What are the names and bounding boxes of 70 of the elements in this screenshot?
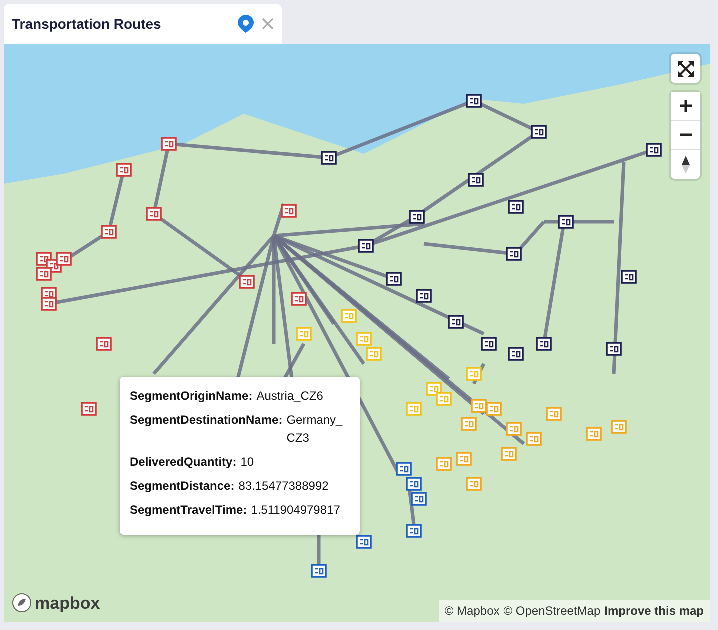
field-label: SegmentDistance: xyxy=(130,478,235,495)
warehouse-marker-icon[interactable] xyxy=(621,270,637,284)
location-pin-icon[interactable] xyxy=(238,15,254,33)
warehouse-marker-icon[interactable] xyxy=(526,432,542,446)
warehouse-marker-icon[interactable] xyxy=(508,200,524,214)
warehouse-marker-icon[interactable] xyxy=(116,163,132,177)
warehouse-marker-icon[interactable] xyxy=(486,402,502,416)
warehouse-marker-icon[interactable] xyxy=(101,225,117,239)
warehouse-marker-icon[interactable] xyxy=(386,272,402,286)
zoom-in-button[interactable] xyxy=(671,92,700,121)
warehouse-marker-icon[interactable] xyxy=(56,252,72,266)
attribution-link[interactable]: © OpenStreetMap xyxy=(504,602,601,620)
plus-icon xyxy=(678,99,692,113)
warehouse-marker-icon[interactable] xyxy=(468,173,484,187)
warehouse-marker-icon[interactable] xyxy=(546,407,562,421)
warehouse-marker-icon[interactable] xyxy=(646,143,662,157)
warehouse-marker-icon[interactable] xyxy=(146,207,162,221)
mapbox-logo-icon xyxy=(12,593,32,614)
warehouse-marker-icon[interactable] xyxy=(531,125,547,139)
field-value: 10 xyxy=(240,454,254,471)
panel-title: Transportation Routes xyxy=(12,14,162,34)
improve-map-link[interactable]: Improve this map xyxy=(604,602,704,620)
warehouse-marker-icon[interactable] xyxy=(396,462,412,476)
warehouse-marker-icon[interactable] xyxy=(508,347,524,361)
warehouse-marker-icon[interactable] xyxy=(41,297,57,311)
field-label: DeliveredQuantity: xyxy=(130,454,237,471)
warehouse-marker-icon[interactable] xyxy=(358,239,374,253)
warehouse-marker-icon[interactable] xyxy=(506,247,522,261)
warehouse-marker-icon[interactable] xyxy=(611,420,627,434)
warehouse-marker-icon[interactable] xyxy=(558,215,574,229)
warehouse-marker-icon[interactable] xyxy=(406,524,422,538)
attribution-link[interactable]: © Mapbox xyxy=(444,602,500,620)
field-value: Germany_ CZ3 xyxy=(286,412,344,447)
warehouse-marker-icon[interactable] xyxy=(96,337,112,351)
warehouse-marker-icon[interactable] xyxy=(506,422,522,436)
mapbox-logo-text: mapbox xyxy=(35,592,100,614)
warehouse-marker-icon[interactable] xyxy=(481,337,497,351)
fullscreen-button[interactable] xyxy=(671,54,700,83)
field-value: Austria_CZ6 xyxy=(256,388,324,405)
warehouse-marker-icon[interactable] xyxy=(466,477,482,491)
warehouse-marker-icon[interactable] xyxy=(239,275,255,289)
warehouse-marker-icon[interactable] xyxy=(356,535,372,549)
field-label: SegmentDestinationName: xyxy=(130,412,283,429)
fullscreen-icon xyxy=(676,60,694,78)
warehouse-marker-icon[interactable] xyxy=(586,427,602,441)
field-value: 83.15477388992 xyxy=(238,478,329,495)
field-label: SegmentOriginName: xyxy=(130,388,253,405)
field-label: SegmentTravelTime: xyxy=(130,502,248,519)
warehouse-marker-icon[interactable] xyxy=(456,452,472,466)
warehouse-marker-icon[interactable] xyxy=(409,210,425,224)
warehouse-marker-icon[interactable] xyxy=(81,402,97,416)
warehouse-marker-icon[interactable] xyxy=(36,267,52,281)
warehouse-marker-icon[interactable] xyxy=(406,477,422,491)
warehouse-marker-icon[interactable] xyxy=(291,292,307,306)
compass-icon xyxy=(680,154,690,174)
field-value: 1.511904979817 xyxy=(251,502,340,519)
warehouse-marker-icon[interactable] xyxy=(411,492,427,506)
warehouse-marker-icon[interactable] xyxy=(471,399,487,413)
warehouse-marker-icon[interactable] xyxy=(448,315,464,329)
warehouse-marker-icon[interactable] xyxy=(466,94,482,108)
warehouse-marker-icon[interactable] xyxy=(501,447,517,461)
warehouse-marker-icon[interactable] xyxy=(281,204,297,218)
warehouse-marker-icon[interactable] xyxy=(321,151,337,165)
warehouse-marker-icon[interactable] xyxy=(606,342,622,356)
warehouse-marker-icon[interactable] xyxy=(416,289,432,303)
warehouse-marker-icon[interactable] xyxy=(436,457,452,471)
warehouse-marker-icon[interactable] xyxy=(311,564,327,578)
warehouse-marker-icon[interactable] xyxy=(461,417,477,431)
warehouse-marker-icon[interactable] xyxy=(161,137,177,151)
warehouse-marker-icon[interactable] xyxy=(536,337,552,351)
